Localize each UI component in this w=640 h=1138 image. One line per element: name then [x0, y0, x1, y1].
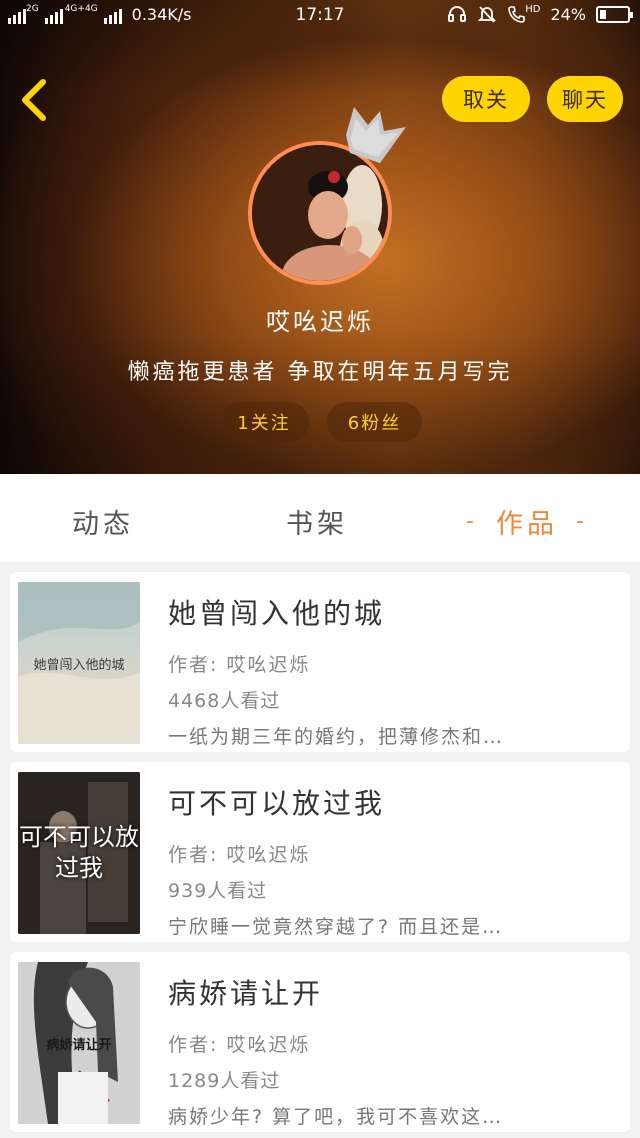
- chevron-left-icon: [22, 79, 46, 121]
- status-bar: 2G 4G+4G 0.34K/s 17:17 HD 24%: [0, 0, 640, 32]
- book-cover: 病娇请让开: [18, 962, 140, 1124]
- book-cover: 她曾闯入他的城: [18, 582, 140, 744]
- book-title: 病娇请让开: [168, 977, 324, 1010]
- headset-icon: [448, 6, 467, 22]
- unfollow-button[interactable]: 取关: [442, 76, 530, 122]
- tab-active-indicator-left: -: [466, 509, 478, 534]
- book-author: 作者: 哎吆迟烁: [168, 844, 311, 866]
- book-cover-title: 病娇请让开: [46, 1037, 112, 1053]
- book-card[interactable]: 可不可以放过我 可不可以放过我 作者: 哎吆迟烁 939人看过 宁欣睡一觉竟然穿…: [10, 762, 630, 942]
- book-cover-title: 她曾闯入他的城: [33, 657, 125, 673]
- tab-works-label: 作品: [495, 509, 558, 540]
- tab-bookshelf[interactable]: 书架: [286, 502, 348, 541]
- book-view-count: 1289人看过: [168, 1070, 281, 1092]
- profile-header: 2G 4G+4G 0.34K/s 17:17 HD 24% 取关 聊天 哎吆迟烁…: [0, 0, 640, 474]
- username: 哎吆迟烁: [266, 308, 374, 336]
- book-cover: 可不可以放过我: [18, 772, 140, 934]
- chat-button[interactable]: 聊天: [547, 76, 623, 122]
- tab-dynamic[interactable]: 动态: [72, 502, 134, 541]
- battery-icon: [596, 5, 633, 23]
- mute-bell-icon: [478, 6, 497, 23]
- book-description: 病娇少年? 算了吧，我可不喜欢这…: [168, 1106, 504, 1128]
- book-cover-title: 可不可以放过我: [19, 823, 139, 882]
- user-bio: 懒癌拖更患者 争取在明年五月写完: [127, 360, 513, 385]
- fans-count-button[interactable]: 6粉丝: [327, 402, 422, 442]
- following-count-label: 1关注: [237, 413, 291, 434]
- book-card[interactable]: 病娇请让开 病娇请让开 作者: 哎吆迟烁 1289人看过 病娇少年? 算了吧，我…: [10, 952, 630, 1132]
- battery-percent: 24%: [550, 4, 586, 24]
- tab-active-indicator-right: -: [575, 509, 588, 534]
- book-view-count: 4468人看过: [168, 690, 281, 712]
- book-author: 作者: 哎吆迟烁: [168, 1034, 311, 1056]
- book-title: 她曾闯入他的城: [168, 597, 386, 630]
- tab-works[interactable]: - 作品 -: [466, 502, 588, 541]
- book-card[interactable]: 她曾闯入他的城 她曾闯入他的城 作者: 哎吆迟烁 4468人看过 一纸为期三年的…: [10, 572, 630, 752]
- back-button[interactable]: [14, 76, 54, 124]
- avatar-container[interactable]: [248, 107, 406, 285]
- hd-call-icon: [508, 6, 526, 23]
- profile-tabs: 动态 书架 - 作品 -: [0, 474, 640, 562]
- book-view-count: 939人看过: [168, 880, 268, 902]
- book-description: 一纸为期三年的婚约，把薄修杰和…: [168, 726, 505, 748]
- following-count-button[interactable]: 1关注: [219, 402, 309, 442]
- book-author: 作者: 哎吆迟烁: [168, 654, 311, 676]
- crown-icon: [346, 107, 406, 163]
- hd-label: HD: [525, 3, 541, 15]
- book-description: 宁欣睡一觉竟然穿越了? 而且还是…: [168, 916, 504, 938]
- book-title: 可不可以放过我: [168, 787, 386, 820]
- fans-count-label: 6粉丝: [347, 413, 402, 434]
